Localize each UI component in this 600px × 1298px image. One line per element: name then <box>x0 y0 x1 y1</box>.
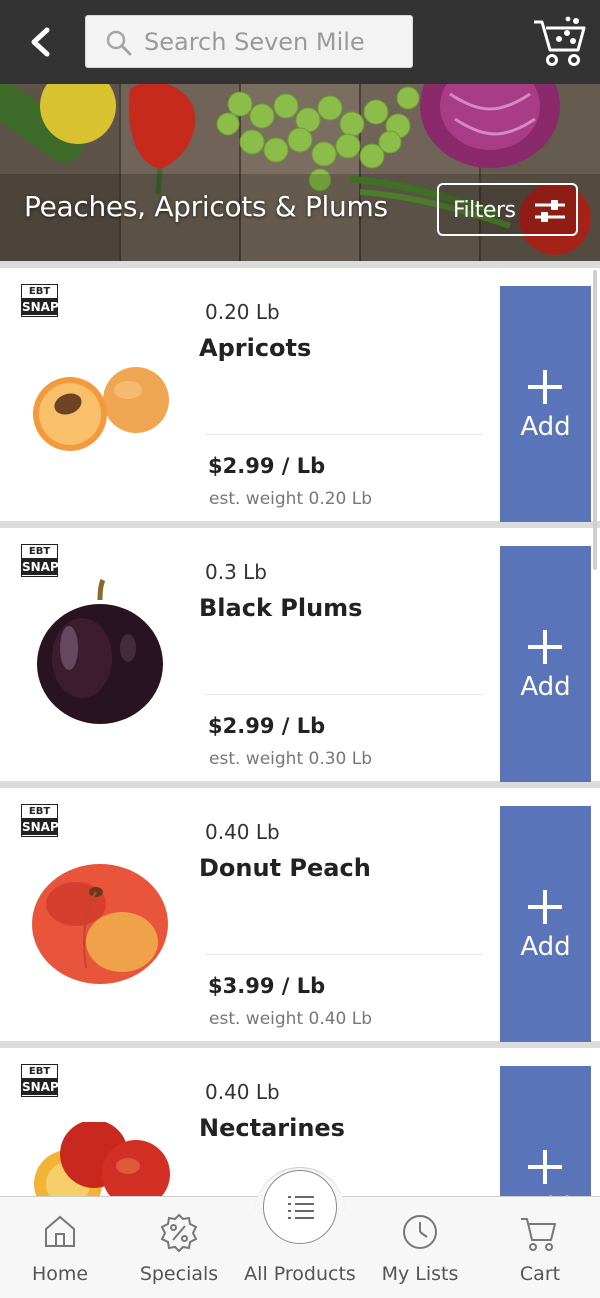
list-separator <box>0 261 600 268</box>
plus-icon <box>528 1150 562 1184</box>
black-plums-image[interactable] <box>24 578 174 728</box>
nav-my-lists[interactable]: My Lists <box>365 1197 475 1298</box>
product-price: $3.99 / Lb <box>208 974 326 998</box>
product-name[interactable]: Black Plums <box>199 594 362 622</box>
card-divider <box>205 434 483 435</box>
product-price: $2.99 / Lb <box>208 714 326 738</box>
filters-label: Filters <box>453 198 516 223</box>
ebt-snap-badge: EBT SNAP <box>21 284 59 317</box>
estimated-weight: est. weight 0.20 Lb <box>209 489 373 509</box>
list-separator <box>0 1041 600 1048</box>
add-to-cart-button[interactable]: Add <box>500 286 591 522</box>
sliders-icon <box>535 200 565 222</box>
percent-badge-icon <box>160 1213 198 1253</box>
estimated-weight: est. weight 0.40 Lb <box>209 1009 373 1029</box>
nav-home[interactable]: Home <box>5 1197 115 1298</box>
search-icon <box>106 30 132 56</box>
badge-bottom-text: SNAP <box>22 1079 59 1095</box>
nav-all-products-label: All Products <box>244 1263 356 1285</box>
cart-icon <box>521 1218 556 1251</box>
clock-icon <box>403 1215 437 1249</box>
header-cart-button[interactable] <box>530 14 588 70</box>
product-price: $2.99 / Lb <box>208 454 326 478</box>
add-to-cart-button[interactable]: Add <box>500 546 591 782</box>
nav-specials-label: Specials <box>139 1263 219 1285</box>
cart-icon <box>534 16 586 66</box>
donut-peach-image[interactable] <box>24 858 174 988</box>
scrollbar[interactable] <box>593 270 597 570</box>
product-list: EBT SNAP 0.20 Lb Apricots $2.99 / Lb est… <box>0 261 600 1208</box>
plus-icon <box>528 630 562 664</box>
product-weight: 0.40 Lb <box>205 820 280 844</box>
all-products-button[interactable] <box>263 1170 337 1244</box>
apricots-image[interactable] <box>24 338 174 468</box>
nav-cart[interactable]: Cart <box>485 1197 595 1298</box>
list-separator <box>0 781 600 788</box>
home-icon <box>45 1215 75 1247</box>
product-name[interactable]: Nectarines <box>199 1114 345 1142</box>
list-icon <box>288 1196 314 1219</box>
add-label: Add <box>520 932 571 962</box>
top-bar <box>0 0 600 84</box>
chevron-left-icon <box>31 27 50 57</box>
product-card-donut-peach[interactable]: EBT SNAP 0.40 Lb Donut Peach $3.99 / Lb … <box>0 788 600 1042</box>
product-card-apricots[interactable]: EBT SNAP 0.20 Lb Apricots $2.99 / Lb est… <box>0 268 600 522</box>
product-name[interactable]: Donut Peach <box>199 854 371 882</box>
filters-button[interactable]: Filters <box>437 183 578 236</box>
product-name[interactable]: Apricots <box>199 334 311 362</box>
badge-top-text: EBT <box>22 805 57 819</box>
badge-bottom-text: SNAP <box>22 299 59 315</box>
estimated-weight: est. weight 0.30 Lb <box>209 749 373 769</box>
add-label: Add <box>520 412 571 442</box>
product-weight: 0.20 Lb <box>205 300 280 324</box>
product-weight: 0.40 Lb <box>205 1080 280 1104</box>
nav-home-label: Home <box>31 1263 89 1285</box>
search-box[interactable] <box>85 15 413 68</box>
card-divider <box>205 954 483 955</box>
plus-icon <box>528 890 562 924</box>
badge-bottom-text: SNAP <box>22 559 59 575</box>
product-card-black-plums[interactable]: EBT SNAP 0.3 Lb Black Plums $2.99 / Lb e… <box>0 528 600 782</box>
card-divider <box>205 694 483 695</box>
search-input[interactable] <box>144 16 409 67</box>
category-title: Peaches, Apricots & Plums <box>24 190 388 223</box>
badge-top-text: EBT <box>22 1065 57 1079</box>
add-to-cart-button[interactable]: Add <box>500 806 591 1042</box>
nav-cart-label: Cart <box>519 1263 561 1285</box>
add-label: Add <box>520 672 571 702</box>
back-button[interactable] <box>22 22 62 62</box>
product-weight: 0.3 Lb <box>205 560 268 584</box>
ebt-snap-badge: EBT SNAP <box>21 544 59 577</box>
badge-bottom-text: SNAP <box>22 819 59 835</box>
ebt-snap-badge: EBT SNAP <box>21 804 59 837</box>
list-separator <box>0 521 600 528</box>
nav-specials[interactable]: Specials <box>124 1197 234 1298</box>
plus-icon <box>528 370 562 404</box>
badge-top-text: EBT <box>22 285 57 299</box>
badge-top-text: EBT <box>22 545 57 559</box>
nav-my-lists-label: My Lists <box>381 1263 459 1285</box>
add-to-cart-button[interactable]: Add <box>500 1066 591 1208</box>
ebt-snap-badge: EBT SNAP <box>21 1064 59 1097</box>
